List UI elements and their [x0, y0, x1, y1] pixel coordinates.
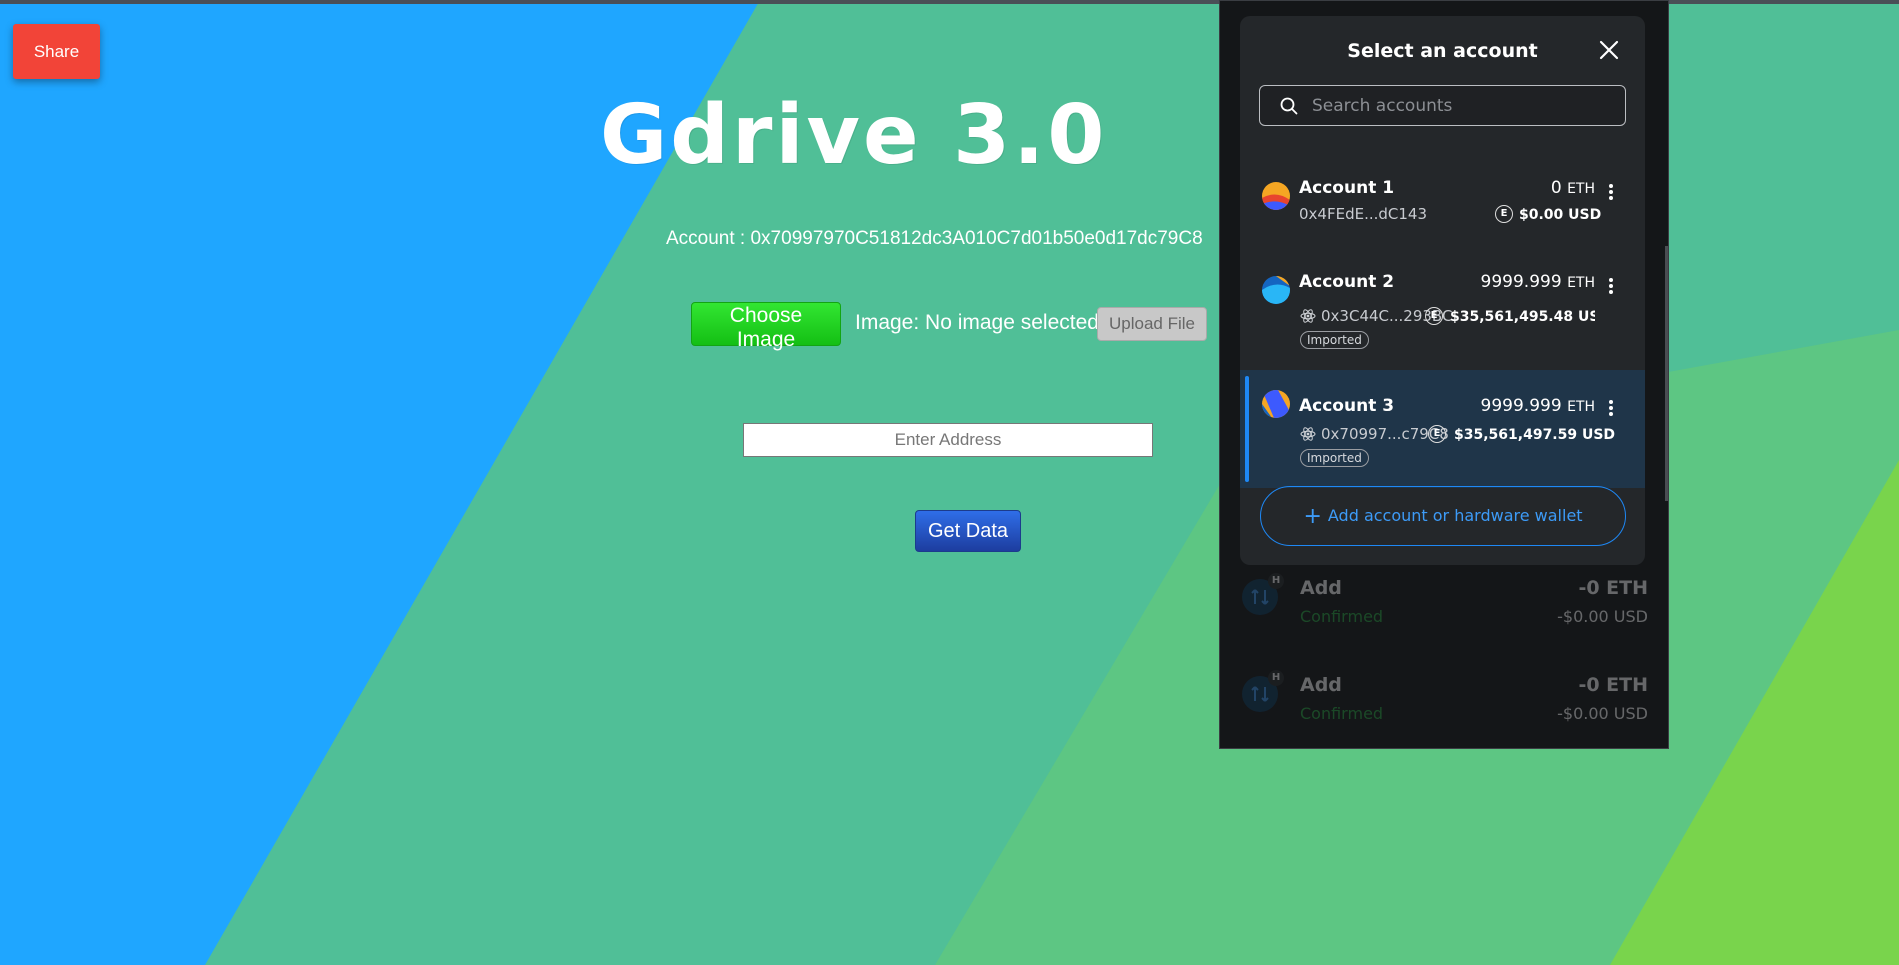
get-data-button[interactable]: Get Data: [915, 510, 1021, 552]
balance-unit: ETH: [1567, 181, 1595, 197]
activity-title: Add: [1300, 577, 1342, 599]
share-button[interactable]: Share: [13, 24, 100, 79]
eth-icon: E: [1428, 425, 1446, 443]
account-usd: $35,561,495.48 USD: [1450, 309, 1595, 325]
account-item-1[interactable]: Account 1 0x4FEdE...dC143 0 ETH E $0.00 …: [1240, 158, 1645, 252]
account-usd: $35,561,497.59 USD: [1454, 427, 1616, 443]
more-options-icon[interactable]: [1607, 276, 1615, 296]
activity-amount: -0 ETH: [1578, 577, 1648, 599]
account-avatar: [1262, 390, 1290, 418]
balance-value: 9999.999: [1480, 272, 1562, 292]
activity-amount: -0 ETH: [1578, 674, 1648, 696]
account-usd: $0.00 USD: [1519, 207, 1602, 223]
activity-usd: -$0.00 USD: [1557, 704, 1648, 723]
eth-icon: E: [1495, 205, 1513, 223]
activity-status: Confirmed: [1300, 704, 1384, 723]
balance-unit: ETH: [1567, 399, 1595, 415]
account-item-3[interactable]: Account 3 9999.999 ETH 0x70997...c79C8 E…: [1240, 370, 1645, 488]
activity-title: Add: [1300, 674, 1342, 696]
network-icon: [1300, 309, 1316, 323]
account-balance: 0 ETH: [1551, 178, 1595, 198]
select-account-modal: Select an account Account 1 0x4FEdE...dC…: [1240, 16, 1645, 565]
hardhat-badge-icon: H: [1268, 670, 1284, 686]
search-accounts-input[interactable]: [1310, 93, 1614, 119]
add-account-button[interactable]: + Add account or hardware wallet: [1260, 486, 1626, 546]
enter-address-input[interactable]: [743, 423, 1153, 457]
account-balance: 9999.999 ETH: [1481, 272, 1595, 292]
balance-unit: ETH: [1567, 275, 1595, 291]
account-item-2[interactable]: Account 2 9999.999 ETH 0x3C44C...293BC E…: [1240, 252, 1645, 370]
account-avatar: [1262, 182, 1290, 210]
page-title: Gdrive 3.0: [600, 88, 1108, 183]
balance-value: 0: [1550, 178, 1562, 198]
plus-icon: +: [1303, 503, 1322, 529]
more-options-icon[interactable]: [1607, 398, 1615, 418]
search-icon: [1280, 97, 1298, 115]
account-address: 0x4FEdE...dC143: [1299, 205, 1427, 223]
activity-usd: -$0.00 USD: [1557, 607, 1648, 626]
imported-badge: Imported: [1300, 331, 1369, 349]
close-icon[interactable]: [1595, 36, 1623, 64]
account-avatar: [1262, 276, 1290, 304]
account-name: Account 2: [1299, 272, 1395, 292]
eth-icon: E: [1425, 307, 1443, 325]
activity-item[interactable]: H Add Confirmed -0 ETH -$0.00 USD: [1220, 662, 1668, 752]
upload-file-button[interactable]: Upload File: [1097, 307, 1207, 341]
balance-value: 9999.999: [1480, 396, 1562, 416]
imported-badge: Imported: [1300, 449, 1369, 467]
account-name: Account 1: [1299, 178, 1395, 198]
choose-image-button[interactable]: Choose Image: [691, 302, 841, 351]
popup-scrollbar[interactable]: [1665, 246, 1668, 501]
selected-indicator: [1245, 376, 1249, 482]
account-balance: 9999.999 ETH: [1481, 396, 1595, 416]
account-name: Account 3: [1299, 396, 1395, 416]
more-options-icon[interactable]: [1607, 182, 1615, 202]
activity-status: Confirmed: [1300, 607, 1384, 626]
activity-item[interactable]: H Add Confirmed -0 ETH -$0.00 USD: [1220, 565, 1668, 655]
hardhat-badge-icon: H: [1268, 573, 1284, 589]
search-accounts-field[interactable]: [1259, 85, 1626, 126]
image-status-label: Image: No image selected: [855, 311, 1099, 334]
modal-title: Select an account: [1347, 40, 1538, 62]
add-account-label: Add account or hardware wallet: [1327, 505, 1583, 525]
account-usd-wrap: $35,561,495.48 USD: [1450, 308, 1595, 326]
network-icon: [1300, 427, 1316, 441]
account-address-text: Account : 0x70997970C51812dc3A010C7d01b5…: [666, 228, 1203, 249]
